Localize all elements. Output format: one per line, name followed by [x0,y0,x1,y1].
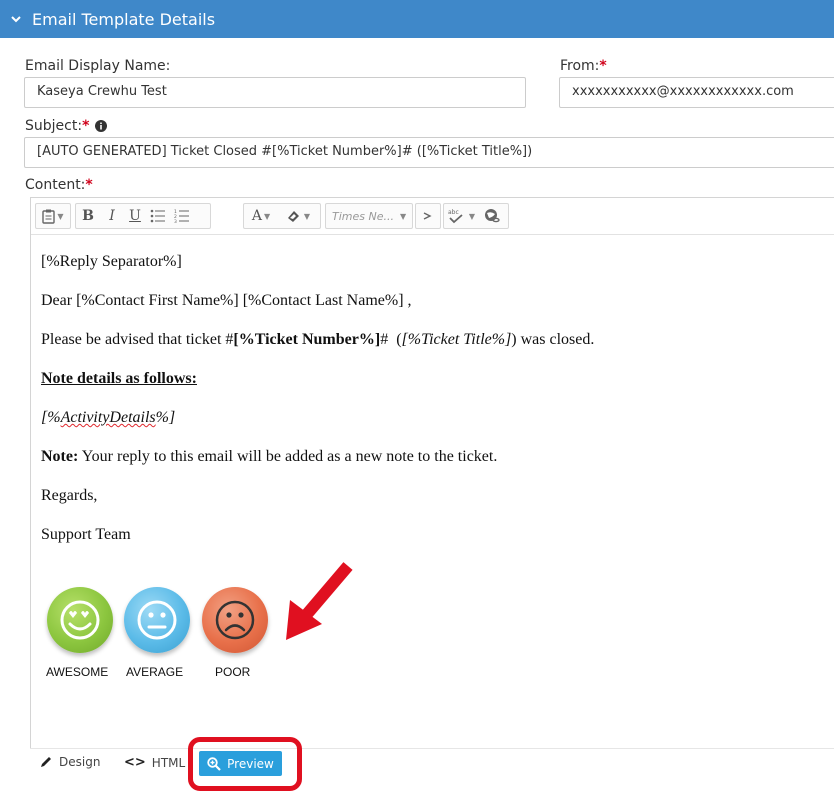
subject-input[interactable]: [AUTO GENERATED] Ticket Closed #[%Ticket… [24,137,834,168]
required-marker: * [82,118,90,134]
note-text: Your reply to this email will be added a… [78,448,498,465]
signature-text: Support Team [41,526,131,543]
display-name-input[interactable]: Kaseya Crewhu Test [24,77,526,108]
note-label: Note: [41,448,79,465]
greeting-text: Dear [%Contact First Name%] [%Contact La… [41,292,412,309]
signature-line: Support Team [41,515,821,554]
link-globe-icon[interactable] [478,204,506,228]
info-icon[interactable] [95,120,108,132]
note-line: Note: Your reply to this email will be a… [41,437,821,476]
required-marker: * [599,58,607,74]
clear-format-icon[interactable] [416,204,440,228]
activity-details-line: [%ActivityDetails%] [41,398,821,437]
italic-icon[interactable]: I [100,204,124,228]
editor-mode-tabs: Design <> HTML [30,748,834,778]
editor-toolbar: ▼ B I U 123 A ▼ ▼ Times Ne... ▼ abc ▼ [31,198,834,235]
font-family-value: Times Ne... [332,209,394,223]
advised-line: Please be advised that ticket #[%Ticket … [41,320,821,359]
rating-poor-label: POOR [215,665,251,679]
ticket-title-token: [%Ticket Title%] [401,331,512,348]
spell-check-icon[interactable]: abc ▼ [444,204,478,228]
font-color-icon[interactable]: A ▼ [244,204,278,228]
greeting-line: Dear [%Contact First Name%] [%Contact La… [41,281,821,320]
editor-content[interactable]: [%Reply Separator%] Dear [%Contact First… [41,242,821,554]
display-name-value: Kaseya Crewhu Test [37,84,167,99]
subject-value: [AUTO GENERATED] Ticket Closed #[%Ticket… [37,144,533,159]
subject-label: Subject: * [25,118,108,134]
underline-icon[interactable]: U [124,204,146,228]
subject-label-text: Subject: [25,118,83,134]
required-marker: * [85,177,93,193]
advised-prefix: Please be advised that ticket # [41,331,234,348]
reply-separator-line: [%Reply Separator%] [41,242,821,281]
smiley-neutral-icon[interactable] [124,587,190,653]
rating-average-label: AVERAGE [126,665,184,679]
code-icon: <> [124,755,146,770]
section-title: Email Template Details [32,9,216,29]
rich-text-editor[interactable]: ▼ B I U 123 A ▼ ▼ Times Ne... ▼ abc ▼ [%… [30,197,834,777]
svg-text:abc: abc [448,209,459,216]
advised-hash: # [380,331,389,348]
bold-icon[interactable]: B [76,204,100,228]
svg-text:3: 3 [174,219,177,223]
font-family-select[interactable]: Times Ne... ▼ [325,203,413,229]
ticket-number-token: [%Ticket Number%] [233,331,381,348]
format-group: B I U 123 [75,203,211,229]
bullet-list-icon[interactable] [146,204,170,228]
from-label-text: From: [560,58,600,74]
regards-text: Regards, [41,487,98,504]
paste-icon[interactable]: ▼ [36,204,70,228]
advised-paren-open: ( [388,331,402,348]
advised-suffix: ) was closed. [511,331,595,348]
note-heading: Note details as follows: [41,370,197,387]
from-value: xxxxxxxxxxx@xxxxxxxxxxxx.com [572,84,794,99]
note-heading-line: Note details as follows: [41,359,821,398]
activity-details-token: ActivityDetails [60,409,156,426]
from-label: From:* [560,58,607,74]
section-header[interactable]: Email Template Details [0,0,834,38]
color-group: A ▼ ▼ [243,203,321,229]
activity-details-prefix: [% [41,409,61,426]
smiley-heart-eyes-icon[interactable] [47,587,113,653]
regards-line: Regards, [41,476,821,515]
paste-group: ▼ [35,203,71,229]
content-label-text: Content: [25,177,86,193]
tab-html-label: HTML [151,755,186,770]
tab-design-label: Design [59,755,101,769]
annotation-highlight-box [188,737,302,791]
pencil-icon [39,755,53,769]
rating-awesome-label: AWESOME [46,665,109,679]
tab-design[interactable]: Design [39,755,100,769]
smiley-sad-icon[interactable] [202,587,268,653]
format-block-group [415,203,441,229]
highlight-color-icon[interactable]: ▼ [278,204,318,228]
annotation-arrow [286,562,353,640]
from-input[interactable]: xxxxxxxxxxx@xxxxxxxxxxxx.com [559,77,834,108]
numbered-list-icon[interactable]: 123 [170,204,194,228]
display-name-label: Email Display Name: [25,58,170,74]
reply-separator-text: [%Reply Separator%] [41,253,182,270]
activity-details-suffix: %] [155,409,176,426]
tab-html[interactable]: <> HTML [124,755,185,770]
tools-group: abc ▼ [443,203,509,229]
display-name-label-text: Email Display Name: [25,58,171,74]
content-label: Content:* [25,177,93,193]
chevron-down-icon[interactable] [10,13,22,25]
